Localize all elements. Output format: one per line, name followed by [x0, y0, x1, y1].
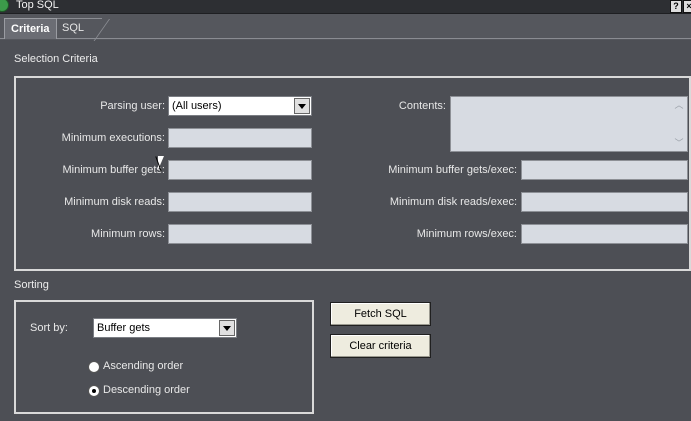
sort-by-select[interactable]: Buffer gets: [93, 318, 237, 338]
sorting-heading: Sorting: [14, 279, 49, 291]
sort-by-value: Buffer gets: [97, 322, 150, 334]
help-icon[interactable]: ?: [670, 0, 682, 13]
title-bar: Top SQL ? ×: [0, 0, 691, 14]
min-rows-exec-label: Minimum rows/exec:: [416, 228, 517, 240]
tab-criteria[interactable]: Criteria: [4, 18, 57, 39]
clear-criteria-button[interactable]: Clear criteria: [330, 334, 431, 358]
min-buffer-gets-field[interactable]: [168, 160, 312, 180]
min-buffer-gets-label: Minimum buffer gets:: [62, 164, 165, 176]
min-rows-field[interactable]: [168, 224, 312, 244]
descending-label: Descending order: [103, 384, 190, 396]
contents-label: Contents:: [398, 100, 446, 112]
descending-radio[interactable]: [88, 385, 100, 397]
min-buffer-gets-exec-field[interactable]: [521, 160, 688, 180]
parsing-user-label: Parsing user:: [100, 100, 165, 112]
min-executions-field[interactable]: [168, 128, 312, 148]
close-icon[interactable]: ×: [683, 0, 691, 13]
tab-divider: [0, 38, 691, 39]
chevron-down-icon[interactable]: [294, 98, 310, 114]
contents-textarea[interactable]: ︿ ﹀: [450, 96, 688, 152]
sort-by-label: Sort by:: [30, 322, 68, 334]
chevron-down-icon[interactable]: [219, 320, 235, 336]
scroll-up-icon[interactable]: ︿: [673, 99, 685, 111]
min-rows-exec-field[interactable]: [521, 224, 688, 244]
selection-criteria-heading: Selection Criteria: [14, 53, 98, 65]
min-disk-reads-label: Minimum disk reads:: [64, 196, 165, 208]
ascending-label: Ascending order: [103, 360, 184, 372]
min-rows-label: Minimum rows:: [91, 228, 165, 240]
window-title: Top SQL: [16, 0, 59, 11]
min-disk-reads-exec-field[interactable]: [521, 192, 688, 212]
tab-sql[interactable]: SQL: [56, 18, 90, 38]
scroll-down-icon[interactable]: ﹀: [673, 137, 685, 149]
min-buffer-gets-exec-label: Minimum buffer gets/exec:: [388, 164, 517, 176]
min-disk-reads-exec-label: Minimum disk reads/exec:: [389, 196, 517, 208]
mouse-cursor-icon: [158, 156, 164, 170]
parsing-user-value: (All users): [172, 100, 222, 112]
ascending-radio[interactable]: [88, 361, 100, 373]
min-executions-label: Minimum executions:: [61, 132, 165, 144]
parsing-user-select[interactable]: (All users): [168, 96, 312, 116]
app-icon: [0, 0, 9, 12]
fetch-sql-button[interactable]: Fetch SQL: [330, 302, 431, 326]
min-disk-reads-field[interactable]: [168, 192, 312, 212]
